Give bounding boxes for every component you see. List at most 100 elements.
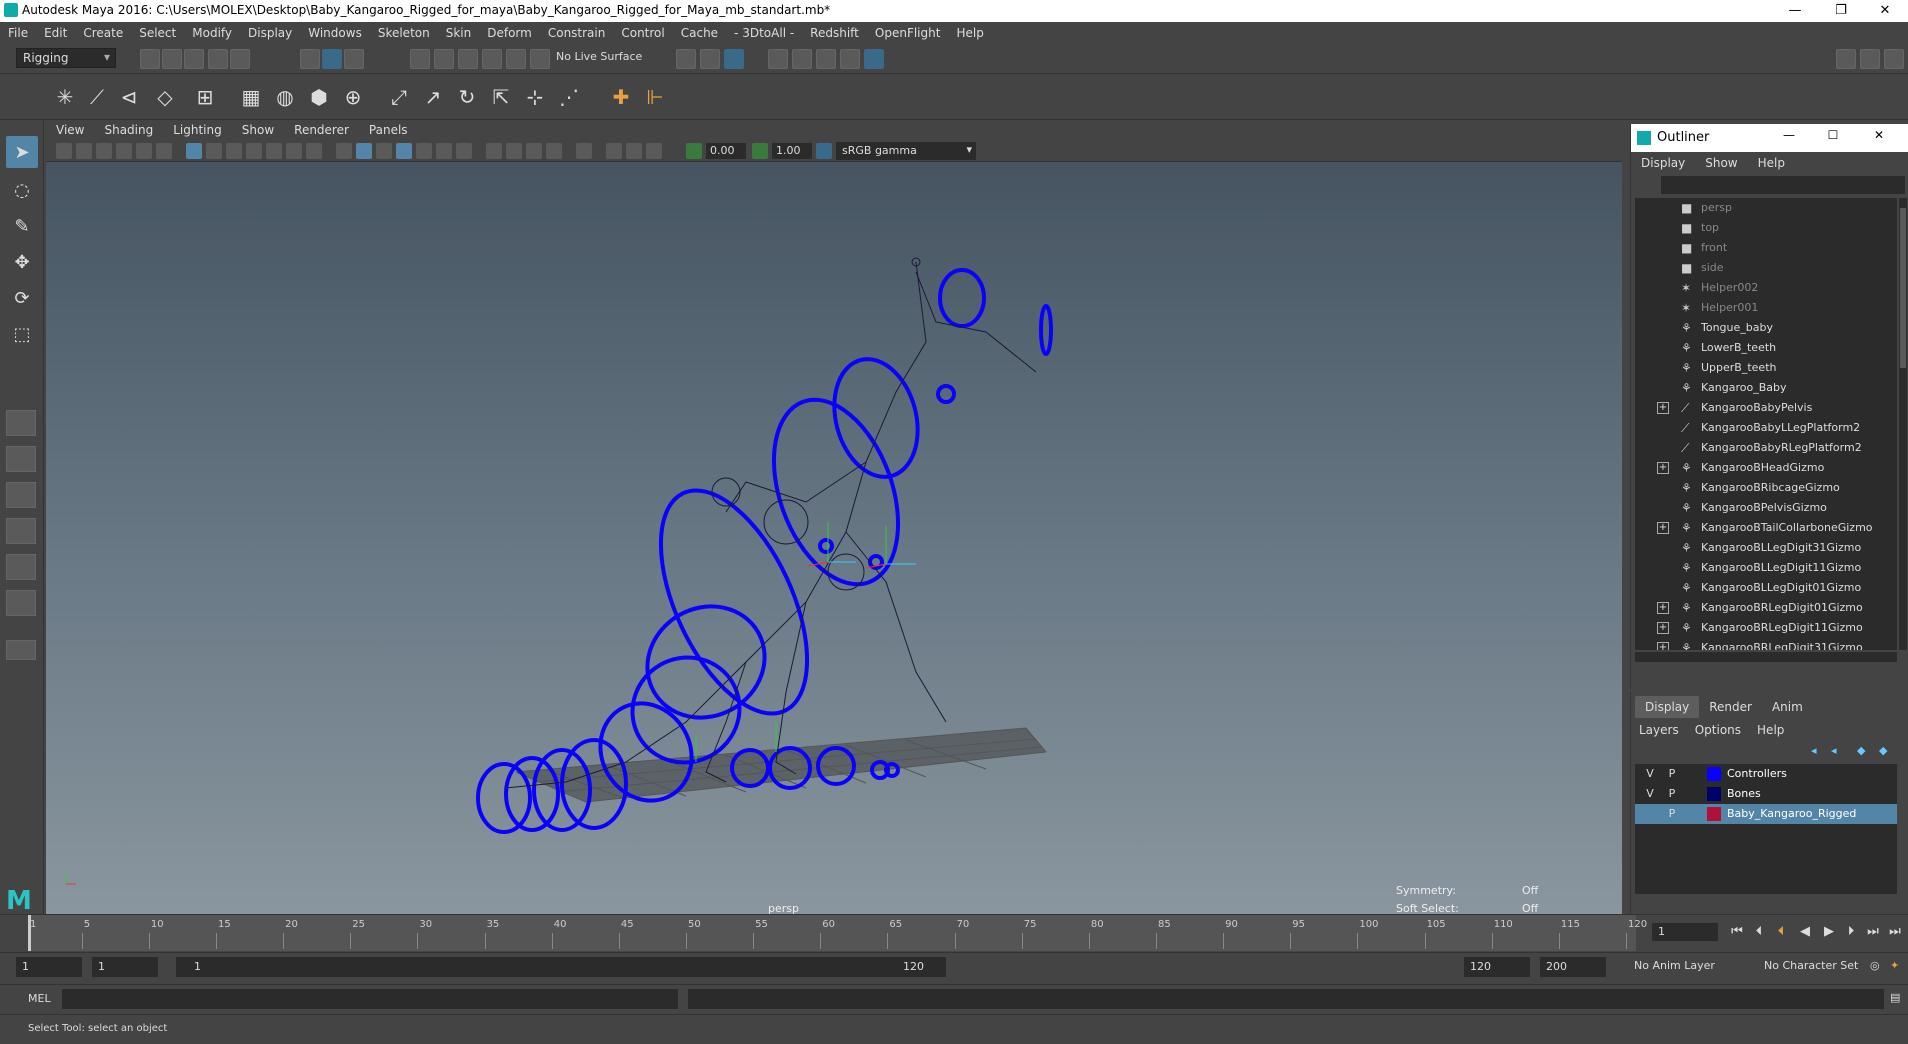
new-scene-icon[interactable]: [140, 49, 160, 69]
smooth-shade-icon[interactable]: [356, 143, 372, 159]
snap-curve-icon[interactable]: [434, 49, 454, 69]
layout-icon[interactable]: [1860, 49, 1880, 69]
outliner-item[interactable]: ■ top: [1635, 218, 1897, 238]
step-back-frame-icon[interactable]: ⏴: [1772, 923, 1790, 941]
redo-icon[interactable]: [230, 49, 250, 69]
gamma-field[interactable]: 1.00: [772, 143, 812, 159]
auto-key-icon[interactable]: ◎: [1870, 959, 1886, 975]
current-time-indicator[interactable]: [28, 915, 31, 951]
move-layer-down-icon[interactable]: ◂: [1831, 744, 1847, 758]
layer-menu-item[interactable]: Options: [1687, 723, 1749, 737]
exposure-field[interactable]: 0.00: [706, 143, 746, 159]
menu-item[interactable]: Redshift: [802, 26, 867, 40]
layer-color-swatch[interactable]: [1707, 767, 1721, 781]
anim-layer-dropdown[interactable]: No Anim Layer: [1634, 959, 1715, 972]
pole-vector-icon[interactable]: ⋰: [554, 82, 584, 112]
range-slider-bar[interactable]: 1 120: [176, 957, 946, 977]
gate-mask-icon[interactable]: [246, 143, 262, 159]
mel-label[interactable]: MEL: [28, 992, 51, 1005]
xray-joints-icon[interactable]: [646, 143, 662, 159]
menu-item[interactable]: Display: [240, 26, 300, 40]
select-object-icon[interactable]: [322, 49, 342, 69]
snap-view-icon[interactable]: [482, 49, 502, 69]
outliner-item[interactable]: ⚘ Kangaroo_Baby: [1635, 378, 1897, 398]
outliner-item[interactable]: ⚘ LowerB_teeth: [1635, 338, 1897, 358]
color-space-dropdown[interactable]: sRGB gamma: [836, 142, 976, 160]
go-to-end-icon[interactable]: ⏭: [1886, 923, 1904, 941]
undo-icon[interactable]: [208, 49, 228, 69]
render-view-icon[interactable]: [768, 49, 788, 69]
step-forward-key-icon[interactable]: ⏭: [1864, 923, 1882, 941]
point-constraint-icon[interactable]: ⤢: [384, 82, 414, 112]
four-view-icon[interactable]: [6, 446, 36, 472]
move-layer-up-icon[interactable]: ◂: [1811, 744, 1827, 758]
animation-end-field[interactable]: 200: [1540, 957, 1606, 977]
exposure-icon[interactable]: [686, 143, 702, 159]
outliner-item[interactable]: ■ side: [1635, 258, 1897, 278]
outliner-item[interactable]: ⚘ KangarooBPelvisGizmo: [1635, 498, 1897, 518]
menu-item[interactable]: Constrain: [540, 26, 614, 40]
preferences-icon[interactable]: ✦: [1890, 959, 1906, 975]
layer-row[interactable]: P Baby_Kangaroo_Rigged: [1635, 804, 1897, 824]
color-management-icon[interactable]: [816, 143, 832, 159]
outliner-item[interactable]: + ⚘ KangarooBRLegDigit01Gizmo: [1635, 598, 1897, 618]
animation-start-field[interactable]: 1: [16, 957, 82, 977]
lights-icon[interactable]: [436, 143, 452, 159]
gamma-icon[interactable]: [752, 143, 768, 159]
wireframe-on-shaded-icon[interactable]: [396, 143, 412, 159]
current-frame-field[interactable]: 1: [1652, 923, 1718, 941]
select-component-icon[interactable]: [344, 49, 364, 69]
layout-script-icon[interactable]: [6, 590, 36, 616]
menu-item[interactable]: Skin: [438, 26, 480, 40]
xray-icon[interactable]: [606, 143, 622, 159]
outliner-item[interactable]: + ⚘ KangarooBTailCollarboneGizmo: [1635, 518, 1897, 538]
snap-point-icon[interactable]: [458, 49, 478, 69]
outliner-item[interactable]: ⟋ KangarooBabyRLegPlatform2: [1635, 438, 1897, 458]
menu-item[interactable]: Help: [948, 26, 991, 40]
aim-constraint-icon[interactable]: ↗: [418, 82, 448, 112]
minimize-button[interactable]: —: [1772, 0, 1818, 22]
menu-item[interactable]: Control: [613, 26, 672, 40]
outliner-minimize-button[interactable]: —: [1769, 124, 1809, 146]
ik-handle-icon[interactable]: ⟋: [82, 82, 112, 112]
custom-layout-icon[interactable]: [6, 640, 36, 660]
menu-item[interactable]: Modify: [184, 26, 240, 40]
expand-icon[interactable]: +: [1657, 402, 1669, 414]
outliner-item[interactable]: + ⚘ KangarooBRLegDigit11Gizmo: [1635, 618, 1897, 638]
lattice-icon[interactable]: ◍: [270, 82, 300, 112]
render-settings-icon[interactable]: [840, 49, 860, 69]
expand-icon[interactable]: +: [1657, 462, 1669, 474]
layer-tab[interactable]: Render: [1699, 696, 1762, 718]
isolate-select-icon[interactable]: [576, 143, 592, 159]
ambient-occlusion-icon[interactable]: [486, 143, 502, 159]
close-button[interactable]: ✕: [1862, 0, 1908, 22]
paint-select-icon[interactable]: ✎: [6, 210, 38, 242]
outliner-item[interactable]: ■ persp: [1635, 198, 1897, 218]
default-material-icon[interactable]: [376, 143, 392, 159]
layer-visibility-toggle[interactable]: V: [1641, 787, 1659, 801]
menu-item[interactable]: OpenFlight: [867, 26, 949, 40]
bookmark-icon[interactable]: [96, 143, 112, 159]
expand-icon[interactable]: +: [1657, 642, 1669, 650]
playback-start-field[interactable]: 1: [92, 957, 158, 977]
time-slider[interactable]: 1 5 10 15 20 25 30 35 40 45 50 55 60 65 70 75 80 85 90 95 10…: [0, 914, 1908, 951]
layer-tab[interactable]: Display: [1635, 696, 1700, 718]
outliner-menu-item[interactable]: Display: [1631, 156, 1695, 170]
wireframe-icon[interactable]: [336, 143, 352, 159]
viewport-menu-item[interactable]: Panels: [359, 123, 418, 137]
new-layer-selected-icon[interactable]: ◆: [1879, 744, 1895, 758]
new-layer-icon[interactable]: ◆: [1857, 744, 1873, 758]
bind-skin-icon[interactable]: ⊞: [190, 82, 220, 112]
layer-menu-item[interactable]: Help: [1749, 723, 1792, 737]
persp-outliner-icon[interactable]: [6, 482, 36, 508]
set-key-icon[interactable]: ⊩: [640, 82, 670, 112]
menu-item[interactable]: - 3DtoAll -: [726, 26, 802, 40]
scale-constraint-icon[interactable]: ⇱: [486, 82, 516, 112]
single-perspective-view-icon[interactable]: [6, 410, 36, 436]
persp-hypershade-icon[interactable]: [6, 554, 36, 580]
textured-icon[interactable]: [416, 143, 432, 159]
safe-action-icon[interactable]: [286, 143, 302, 159]
play-backwards-icon[interactable]: ◀: [1796, 923, 1814, 941]
menu-item[interactable]: File: [0, 26, 36, 40]
ik-spline-icon[interactable]: ⊲: [114, 82, 144, 112]
